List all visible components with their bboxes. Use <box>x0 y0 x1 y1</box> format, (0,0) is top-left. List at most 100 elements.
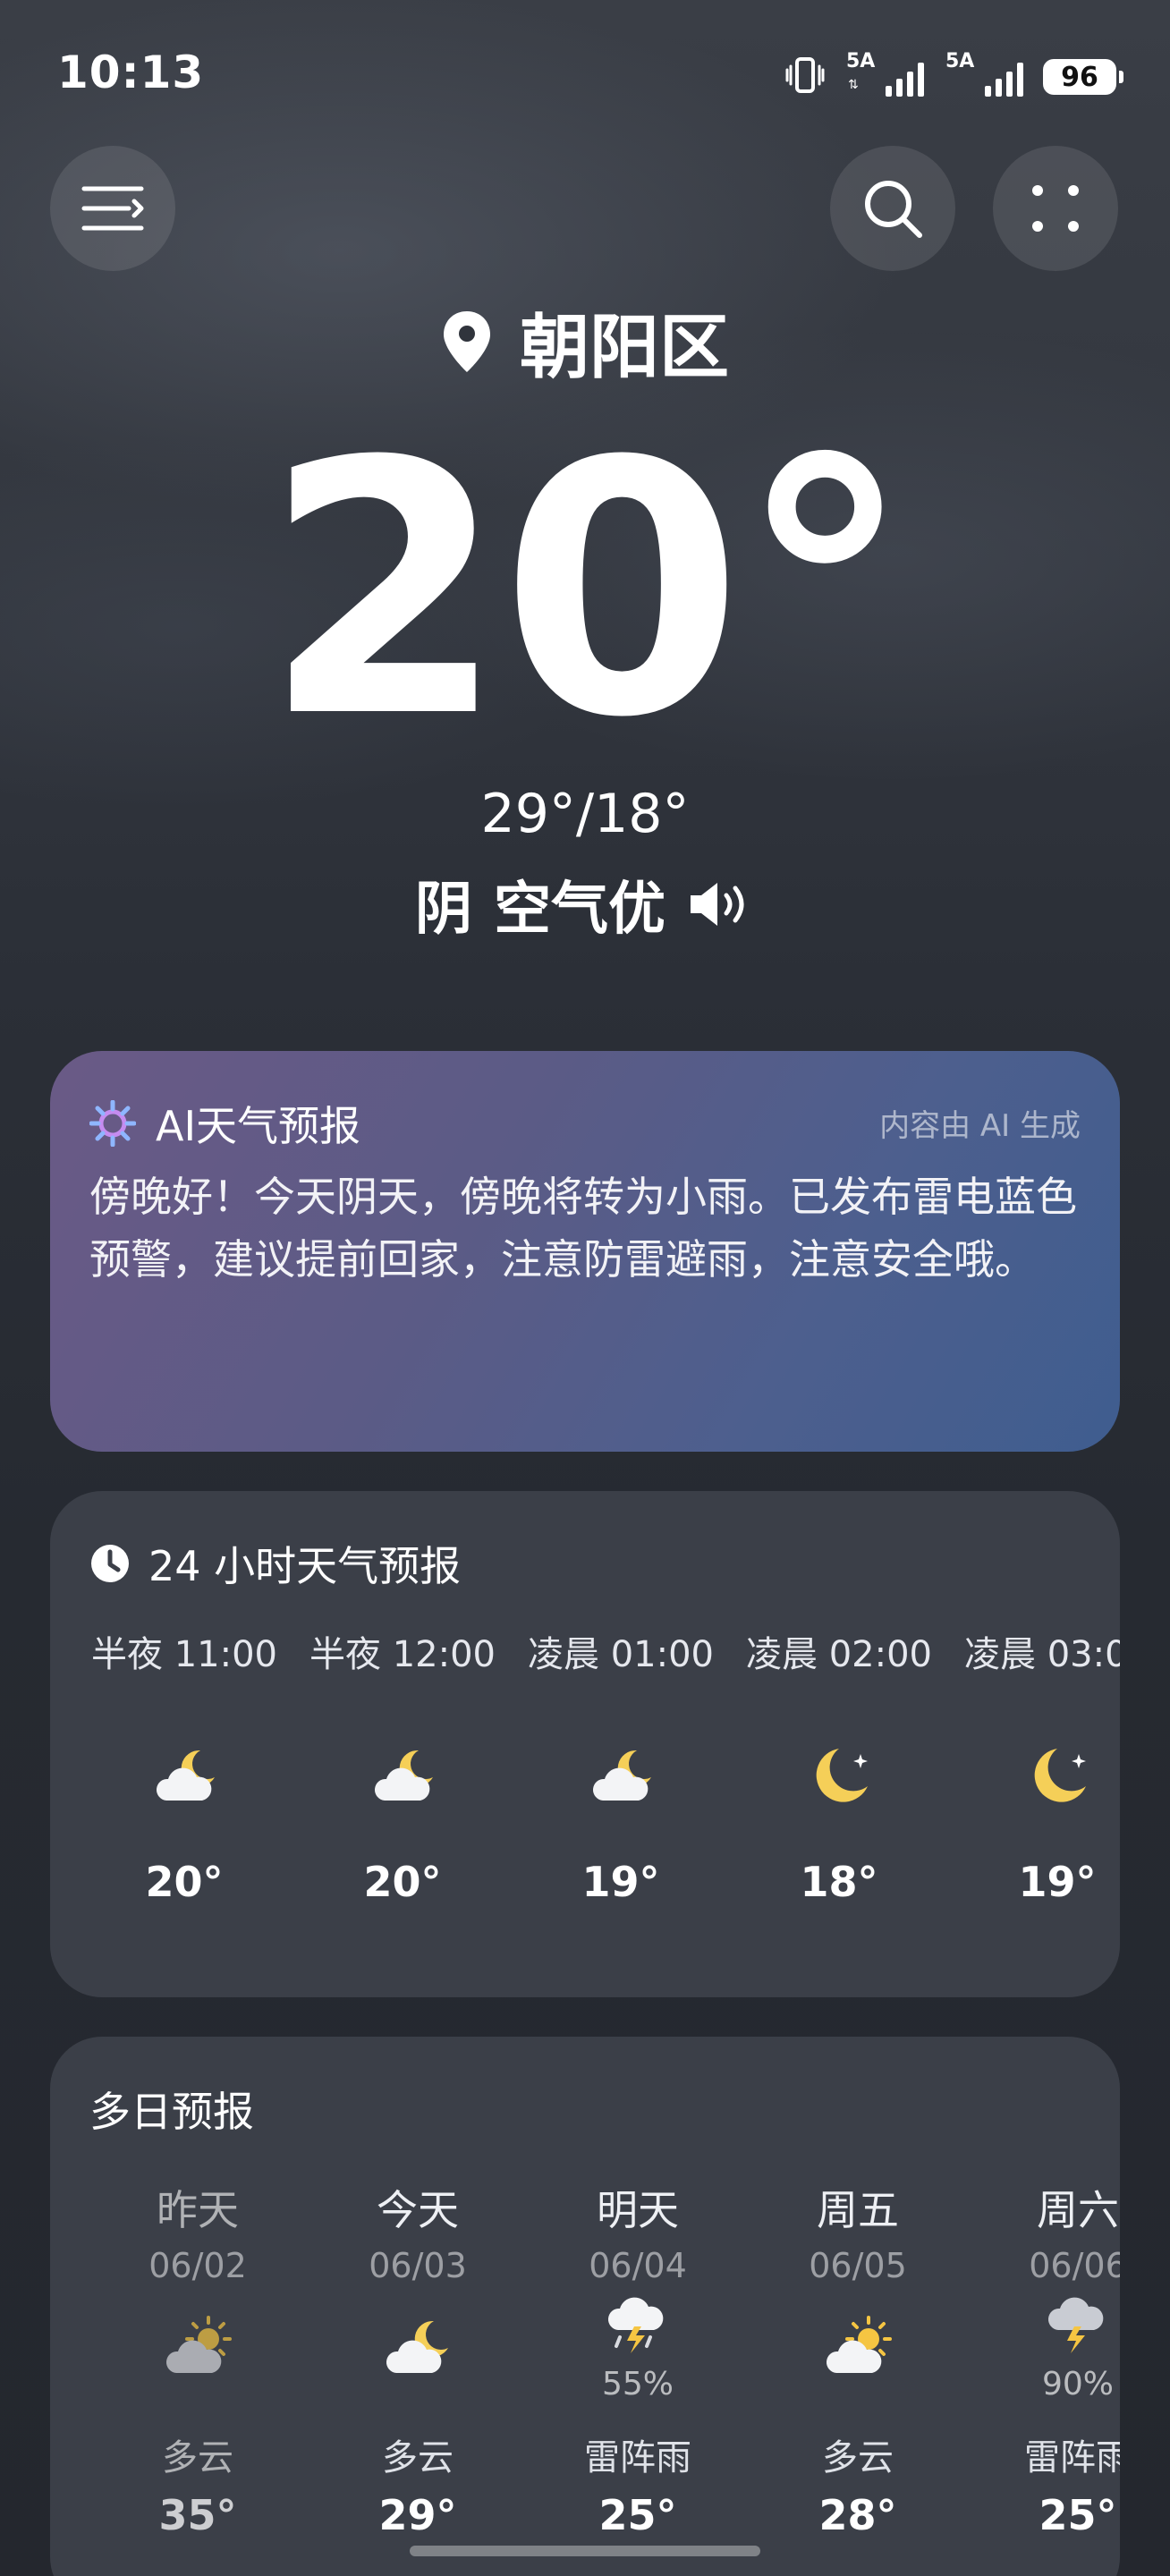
location-name: 朝阳区 <box>519 308 729 388</box>
day-item-clip: 周六 06/06 90% 雷阵雨 25° <box>968 2178 1120 2576</box>
cloud-sun-icon <box>826 2316 892 2373</box>
hour-label: 凌晨 01:00 <box>528 1634 714 1675</box>
day-condition: 多云 <box>162 2437 233 2479</box>
day-item[interactable]: 周五 06/05 多云 28° <box>748 2178 968 2539</box>
hour-label: 半夜 12:00 <box>309 1634 496 1675</box>
signal-indicator-1: 5A ⇅ <box>844 52 924 97</box>
moon-star-icon <box>816 1749 868 1802</box>
thunder-rain-icon <box>607 2297 664 2353</box>
current-condition-row: 阴 空气优 <box>0 863 1170 945</box>
signal-bar <box>1017 63 1023 97</box>
ai-sparkle-icon <box>89 1100 136 1147</box>
day-condition: 雷阵雨 <box>1024 2437 1120 2479</box>
day-date: 06/04 <box>589 2246 687 2285</box>
hour-label: 凌晨 02:00 <box>746 1634 932 1675</box>
day-item[interactable]: 明天 06/04 55% 雷阵雨 25° <box>528 2178 748 2539</box>
cloud-moon-icon <box>592 1750 651 1801</box>
thunder-rain-icon <box>1047 2297 1104 2353</box>
day-date: 06/05 <box>809 2246 907 2285</box>
air-quality[interactable]: 空气优 <box>494 863 666 945</box>
ai-card-header: AI天气预报 <box>89 1094 360 1153</box>
battery-indicator: 96 <box>1043 59 1123 95</box>
day-date: 06/03 <box>369 2246 467 2285</box>
location-pin-icon <box>443 311 490 372</box>
moon-star-icon <box>1034 1749 1086 1802</box>
day-item[interactable]: 今天 06/03 多云 29° <box>308 2178 528 2539</box>
status-time: 10:13 <box>57 47 205 98</box>
day-item[interactable]: 周六 06/06 90% 雷阵雨 25° <box>968 2178 1120 2539</box>
clock-icon <box>91 1545 129 1582</box>
ai-card-title: AI天气预报 <box>156 1102 361 1150</box>
cloud-sun-icon <box>165 2316 232 2373</box>
more-button[interactable] <box>993 146 1118 271</box>
hour-label: 凌晨 03:00 <box>964 1634 1120 1675</box>
hour-label: 半夜 11:00 <box>91 1634 277 1675</box>
day-name: 周六 <box>1037 2186 1119 2234</box>
cloud-moon-icon <box>386 2320 448 2373</box>
hour-item[interactable]: 凌晨 01:00 19° <box>512 1625 730 1906</box>
hourly-card-header: 24 小时天气预报 <box>89 1534 461 1593</box>
day-temperature: 28° <box>818 2491 897 2539</box>
search-icon <box>865 181 922 238</box>
hour-temperature: 18° <box>800 1858 878 1906</box>
day-temperature: 29° <box>378 2491 457 2539</box>
hour-item-clip: 凌晨 03:00 19° <box>948 1625 1120 1983</box>
day-temperature: 25° <box>1039 2491 1117 2539</box>
daily-card-title: 多日预报 <box>89 2088 254 2136</box>
grid-dots-icon <box>1032 185 1079 232</box>
hour-item[interactable]: 半夜 11:00 20° <box>75 1625 293 1906</box>
hour-item[interactable]: 凌晨 02:00 18° <box>730 1625 948 1906</box>
signal-bar <box>896 79 903 97</box>
hour-temperature: 19° <box>581 1858 660 1906</box>
day-date: 06/06 <box>1029 2246 1120 2285</box>
daily-list[interactable]: 昨天 06/02 多云 35° 今天 06/03 多云 29° 明天 06/04… <box>50 2178 1120 2576</box>
search-button[interactable] <box>830 146 955 271</box>
day-name: 明天 <box>597 2186 679 2234</box>
day-condition: 雷阵雨 <box>584 2437 691 2479</box>
location-header[interactable]: 朝阳区 <box>0 292 1170 392</box>
menu-icon <box>81 186 144 231</box>
hour-temperature: 20° <box>145 1858 224 1906</box>
data-arrows-icon: ⇅ <box>848 78 859 92</box>
day-condition: 多云 <box>822 2437 894 2479</box>
hour-temperature: 19° <box>1018 1858 1097 1906</box>
hourly-list[interactable]: 半夜 11:00 20° 半夜 12:00 20° 凌晨 01:00 19° 凌… <box>50 1625 1120 1983</box>
day-name: 今天 <box>377 2186 459 2234</box>
speaker-icon[interactable] <box>687 877 755 931</box>
vibrate-icon <box>785 55 825 98</box>
network-type-label: 5A <box>945 50 975 72</box>
ai-forecast-text: 傍晚好！今天阴天，傍晚将转为小雨。已发布雷电蓝色预警，建议提前回家，注意防雷避雨… <box>89 1173 1077 1284</box>
hour-item[interactable]: 半夜 12:00 20° <box>293 1625 512 1906</box>
weather-condition: 阴 <box>415 877 472 943</box>
day-precipitation: 55% <box>601 2366 674 2402</box>
hourly-card-title: 24 小时天气预报 <box>148 1542 462 1590</box>
daily-forecast-card[interactable]: 多日预报 昨天 06/02 多云 35° 今天 06/03 多云 29° 明天 … <box>50 2037 1120 2576</box>
signal-bar <box>907 72 913 97</box>
weather-screen: 10:13 5A ⇅ 5A 96 朝阳区 20° 29°/18° 阴 空气优 A… <box>0 0 1170 2576</box>
hourly-forecast-card[interactable]: 24 小时天气预报 半夜 11:00 20° 半夜 12:00 20° 凌晨 0… <box>50 1491 1120 1997</box>
ai-generated-note: 内容由 AI 生成 <box>879 1108 1081 1144</box>
day-name: 昨天 <box>157 2186 239 2234</box>
day-precipitation: 90% <box>1041 2366 1114 2402</box>
day-name: 周五 <box>817 2186 899 2234</box>
day-condition: 多云 <box>382 2437 454 2479</box>
ai-forecast-card[interactable]: AI天气预报 内容由 AI 生成 傍晚好！今天阴天，傍晚将转为小雨。已发布雷电蓝… <box>50 1051 1120 1452</box>
day-temperature: 35° <box>158 2491 237 2539</box>
signal-indicator-2: 5A <box>944 52 1023 97</box>
signal-bar <box>996 79 1002 97</box>
daily-card-header: 多日预报 <box>89 2080 254 2139</box>
signal-bar <box>985 86 991 97</box>
day-temperature: 25° <box>598 2491 677 2539</box>
day-date: 06/02 <box>148 2246 247 2285</box>
hour-item[interactable]: 凌晨 03:00 19° <box>948 1625 1120 1906</box>
signal-bar <box>886 86 892 97</box>
signal-bar <box>1006 72 1013 97</box>
status-icons: 5A ⇅ 5A 96 <box>785 52 1123 98</box>
menu-button[interactable] <box>50 146 175 271</box>
network-type-label: 5A <box>846 50 876 72</box>
home-indicator[interactable] <box>410 2546 760 2556</box>
signal-bar <box>918 63 924 97</box>
hour-temperature: 20° <box>363 1858 442 1906</box>
day-item[interactable]: 昨天 06/02 多云 35° <box>88 2178 308 2539</box>
cloud-moon-icon <box>374 1750 433 1801</box>
